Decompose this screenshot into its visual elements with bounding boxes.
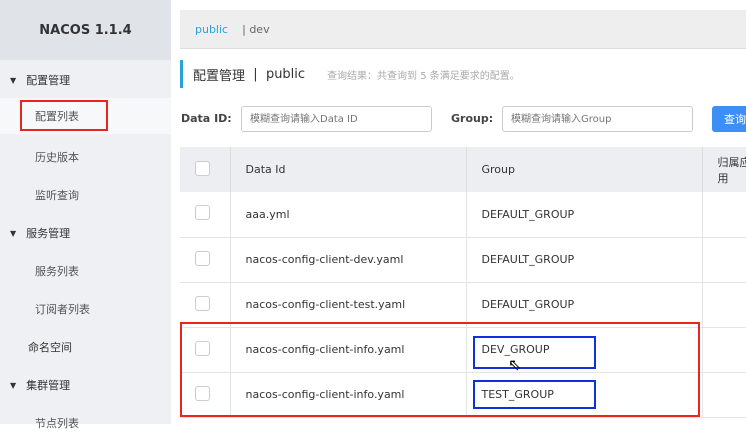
sidebar-item-service-list[interactable]: 服务列表 <box>0 253 171 289</box>
cell-data-id: aaa.yml <box>230 192 467 238</box>
title-namespace: public <box>265 66 306 82</box>
cell-app <box>702 237 746 283</box>
result-hint: 查询结果：共查询到 5 条满足要求的配置。 <box>327 70 520 82</box>
sidebar-item-label: 服务列表 <box>35 265 79 278</box>
cell-app <box>702 372 746 418</box>
table-row[interactable]: nacos-config-client-test.yaml DEFAULT_GRO… <box>180 282 746 328</box>
column-group: Group <box>466 147 703 192</box>
column-app: 归属应用 <box>702 147 746 192</box>
caret-down-icon: ▼ <box>10 380 17 390</box>
group-input[interactable] <box>502 106 693 132</box>
query-button[interactable]: 查询 <box>712 106 746 132</box>
caret-down-icon: ▼ <box>10 228 17 238</box>
row-checkbox[interactable] <box>195 205 210 221</box>
cell-group: DEFAULT_GROUP <box>466 282 703 328</box>
sidebar-item-label: 节点列表 <box>35 417 79 430</box>
highlight-box-dev-group <box>473 336 596 369</box>
highlight-box <box>20 100 108 131</box>
sidebar: NACOS 1.1.4 ▼ 配置管理 配置列表 历史版本 监听查询 ▼ 服务管理 服… <box>0 0 171 430</box>
sidebar-group-label: 服务管理 <box>26 227 71 240</box>
sidebar-item-label: 监听查询 <box>35 189 79 202</box>
data-id-input[interactable] <box>241 106 432 132</box>
namespace-dev-label: dev <box>249 22 270 36</box>
table-header: Data Id Group 归属应用 <box>180 147 746 192</box>
cell-group: DEFAULT_GROUP <box>466 192 703 238</box>
row-checkbox[interactable] <box>195 295 210 311</box>
mouse-cursor-icon: ⇖ <box>508 355 522 374</box>
page-title: 配置管理 | public 查询结果：共查询到 5 条满足要求的配置。 <box>180 60 520 88</box>
table-row[interactable]: nacos-config-client-dev.yaml DEFAULT_GROU… <box>180 237 746 283</box>
table-row[interactable]: aaa.yml DEFAULT_GROUP <box>180 192 746 238</box>
namespace-dev[interactable]: | dev <box>242 23 269 36</box>
namespace-bar: public | dev <box>180 10 746 49</box>
group-label: Group: <box>451 112 494 125</box>
app-logo: NACOS 1.1.4 <box>0 0 171 60</box>
sidebar-group-service[interactable]: ▼ 服务管理 <box>0 215 171 251</box>
sidebar-group-config[interactable]: ▼ 配置管理 <box>0 62 171 98</box>
sidebar-item-subscribers[interactable]: 订阅者列表 <box>0 291 171 327</box>
sidebar-item-label: 历史版本 <box>35 151 79 164</box>
title-separator: | <box>253 66 258 82</box>
sidebar-item-label: 命名空间 <box>28 341 72 354</box>
page-title-text: 配置管理 <box>193 68 246 84</box>
sidebar-item-label: 订阅者列表 <box>35 303 90 316</box>
sidebar-item-history[interactable]: 历史版本 <box>0 139 171 175</box>
row-checkbox[interactable] <box>195 250 210 266</box>
sidebar-item-listener[interactable]: 监听查询 <box>0 177 171 213</box>
cell-app <box>702 327 746 373</box>
sidebar-group-label: 集群管理 <box>26 379 71 392</box>
sidebar-item-namespace[interactable]: 命名空间 <box>0 329 171 365</box>
cell-data-id: nacos-config-client-test.yaml <box>230 282 467 328</box>
data-id-label: Data ID: <box>181 112 232 125</box>
cell-app <box>702 192 746 238</box>
select-all[interactable] <box>180 147 231 192</box>
namespace-public[interactable]: public <box>195 23 228 36</box>
caret-down-icon: ▼ <box>10 75 17 85</box>
sidebar-item-nodes[interactable]: 节点列表 <box>0 405 171 441</box>
checkbox[interactable] <box>195 160 210 176</box>
highlight-box-test-group <box>473 380 596 409</box>
sidebar-group-label: 配置管理 <box>26 74 71 87</box>
highlight-box-rows <box>180 322 700 417</box>
cell-data-id: nacos-config-client-dev.yaml <box>230 237 467 283</box>
cell-app <box>702 282 746 328</box>
sidebar-group-cluster[interactable]: ▼ 集群管理 <box>0 367 171 403</box>
cell-group: DEFAULT_GROUP <box>466 237 703 283</box>
column-data-id: Data Id <box>230 147 467 192</box>
